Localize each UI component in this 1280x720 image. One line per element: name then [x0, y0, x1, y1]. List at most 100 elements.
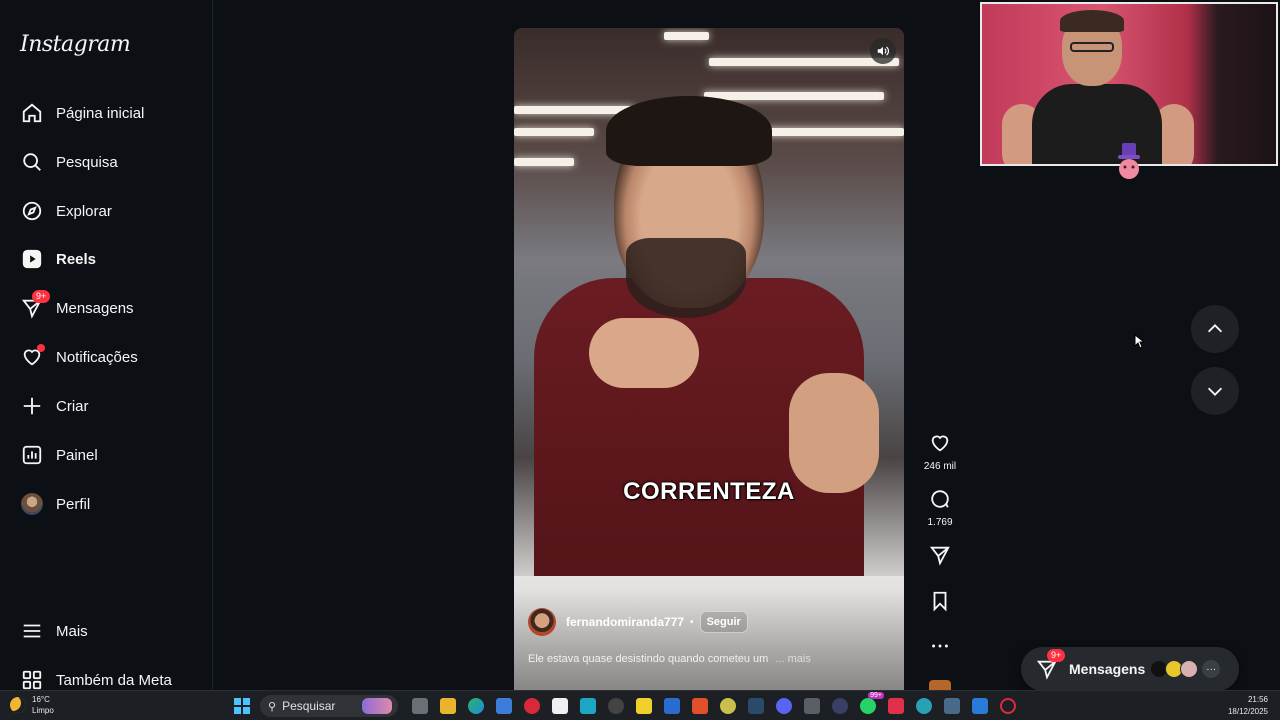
sound-toggle-button[interactable]	[870, 38, 896, 64]
heart-icon	[20, 344, 45, 369]
more-options-button[interactable]	[920, 635, 960, 662]
search-icon: ⚲	[268, 700, 277, 713]
sidebar-item-label: Mensagens	[56, 299, 134, 317]
sidebar: Instagram Página inicial Pesquisa Explor…	[0, 0, 213, 690]
clock-time: 21:56	[1247, 695, 1268, 704]
sidebar-item-notifications[interactable]: Notificações	[12, 335, 202, 379]
follow-button[interactable]: Seguir	[699, 611, 748, 633]
comment-count: 1.769	[927, 517, 953, 528]
heart-icon	[931, 435, 949, 452]
task-view-icon[interactable]	[412, 698, 428, 714]
calculator-icon[interactable]	[944, 698, 960, 714]
taskbar-search[interactable]: ⚲ Pesquisar	[260, 695, 398, 717]
sidebar-item-create[interactable]: Criar	[12, 384, 202, 428]
comment-icon	[931, 490, 949, 508]
more-link[interactable]: ... mais	[775, 653, 810, 665]
more-avatars-icon: ···	[1202, 660, 1221, 678]
audio-thumbnail[interactable]	[920, 680, 960, 690]
like-count: 246 mil	[923, 461, 957, 472]
sidebar-item-label: Criar	[56, 397, 89, 415]
compass-icon	[20, 199, 44, 223]
sidebar-item-label: Página inicial	[56, 104, 145, 122]
dashboard-icon	[20, 443, 44, 467]
canva-icon[interactable]	[580, 698, 596, 714]
author-avatar[interactable]	[528, 608, 556, 636]
vpn-icon[interactable]	[664, 698, 680, 714]
search-highlight-image	[362, 698, 392, 714]
tool-icon[interactable]	[692, 698, 708, 714]
volume-icon	[877, 46, 889, 56]
webcam-overlay	[980, 2, 1278, 166]
sidebar-item-profile[interactable]: Perfil	[12, 482, 202, 526]
sidebar-item-more[interactable]: Mais	[12, 609, 202, 653]
reels-icon	[20, 247, 44, 271]
sidebar-item-label: Notificações	[56, 348, 138, 366]
sidebar-item-search[interactable]: Pesquisa	[12, 140, 202, 184]
notepad-icon[interactable]	[552, 698, 568, 714]
messages-floating-button[interactable]: 9+ Mensagens ···	[1021, 647, 1239, 691]
magician-hat-icon	[1118, 143, 1140, 179]
reel-footer	[514, 590, 904, 690]
weather-temp: 16°C	[32, 695, 50, 704]
reel-video[interactable]: CORRENTEZA fernandomiranda777 • Seguir E…	[514, 28, 904, 690]
previous-reel-button[interactable]	[1191, 305, 1239, 353]
edge-icon[interactable]	[468, 698, 484, 714]
sidebar-item-label: Explorar	[56, 202, 112, 220]
like-button[interactable]: 246 mil	[920, 432, 960, 472]
sidebar-item-dashboard[interactable]: Painel	[12, 433, 202, 477]
file-explorer-icon[interactable]	[440, 698, 456, 714]
messages-badge: 9+	[1047, 649, 1066, 662]
share-button[interactable]	[920, 544, 960, 571]
chevron-up-icon	[1207, 324, 1223, 333]
opera-icon[interactable]	[1000, 698, 1016, 714]
weather-widget[interactable]: 16°C Limpo	[10, 694, 54, 716]
sidebar-item-explore[interactable]: Explorar	[12, 189, 202, 233]
discord-icon[interactable]	[776, 698, 792, 714]
search-placeholder: Pesquisar	[282, 699, 336, 713]
sidebar-item-reels[interactable]: Reels	[12, 237, 202, 281]
apps-grid-icon	[20, 668, 44, 692]
map-pin-icon[interactable]	[888, 698, 904, 714]
taskbar-apps: ⚲ Pesquisar 99+	[234, 692, 1022, 717]
clock-date: 18/12/2025	[1227, 707, 1268, 716]
avatar	[20, 492, 44, 516]
mouse-cursor-icon	[1134, 334, 1144, 349]
sidebar-item-messages[interactable]: 9+ Mensagens	[12, 286, 202, 330]
globe-icon[interactable]	[916, 698, 932, 714]
share-icon	[929, 546, 950, 566]
sidebar-item-label: Reels	[56, 250, 97, 268]
steam-icon[interactable]	[748, 698, 764, 714]
comment-button[interactable]: 1.769	[920, 488, 960, 528]
whatsapp-icon[interactable]: 99+	[860, 692, 884, 714]
app-badge: 99+	[868, 692, 884, 699]
separator-dot: •	[690, 616, 694, 628]
reel-description: Ele estava quase desistindo quando comet…	[528, 653, 811, 665]
instagram-logo[interactable]: Instagram	[20, 32, 131, 57]
reel-author: fernandomiranda777 • Seguir	[528, 608, 748, 636]
system-clock[interactable]: 21:56 18/12/2025	[1228, 694, 1268, 718]
media-player-icon[interactable]	[524, 698, 540, 714]
obs-icon[interactable]	[608, 698, 624, 714]
app-icon[interactable]	[832, 698, 848, 714]
messages-label: Mensagens	[1069, 661, 1146, 677]
author-username[interactable]: fernandomiranda777	[566, 615, 684, 629]
search-icon	[20, 150, 44, 174]
store-icon[interactable]	[496, 698, 512, 714]
sidebar-item-label: Painel	[56, 446, 98, 464]
save-button[interactable]	[920, 590, 960, 617]
messenger-icon: 9+	[1035, 649, 1066, 681]
sidebar-item-label: Mais	[56, 622, 88, 640]
photos-icon[interactable]	[972, 698, 988, 714]
bluestacks-icon[interactable]	[636, 698, 652, 714]
windows-start-icon[interactable]	[234, 698, 250, 714]
app-icon[interactable]	[804, 698, 820, 714]
avatar	[1180, 660, 1199, 678]
weather-desc: Limpo	[32, 706, 54, 715]
next-reel-button[interactable]	[1191, 367, 1239, 415]
instagram-app: Instagram Página inicial Pesquisa Explor…	[0, 0, 1280, 720]
game-icon[interactable]	[720, 698, 736, 714]
sidebar-item-label: Pesquisa	[56, 153, 118, 171]
moon-icon	[10, 697, 26, 713]
sidebar-item-home[interactable]: Página inicial	[12, 91, 202, 135]
bookmark-icon	[933, 591, 947, 612]
